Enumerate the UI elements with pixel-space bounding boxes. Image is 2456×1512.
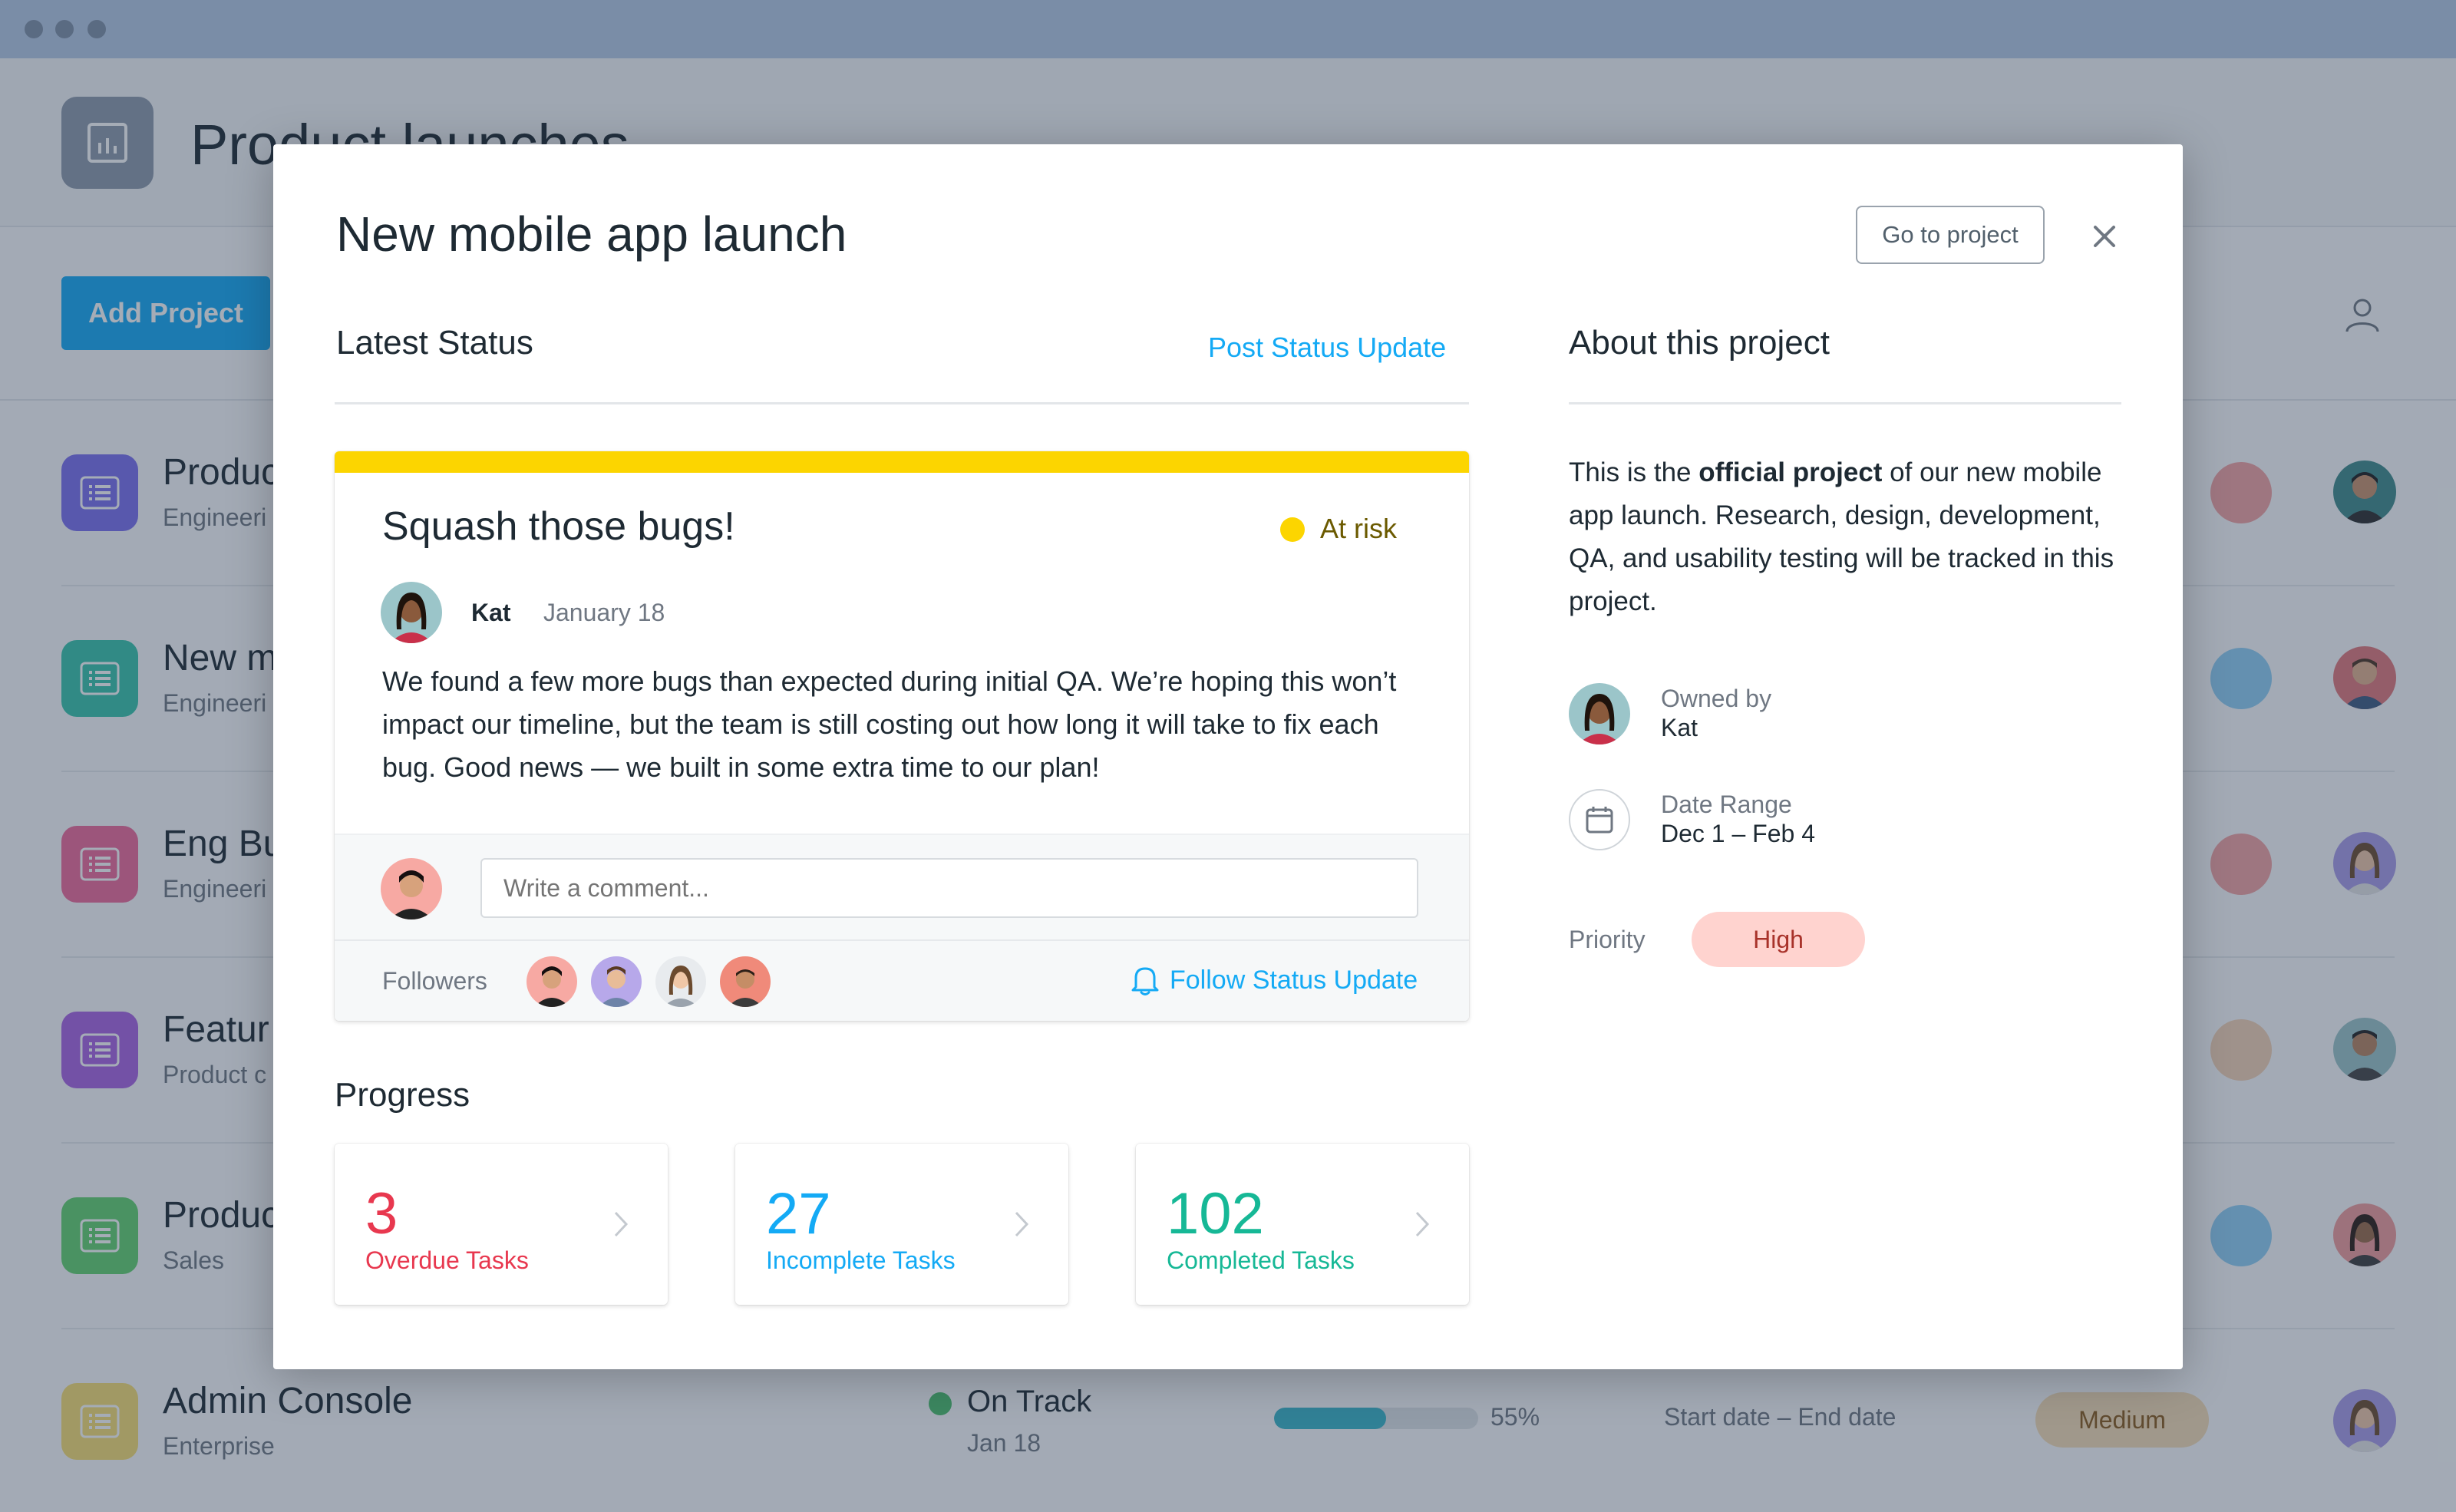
progress-heading: Progress [335, 1076, 470, 1114]
followers-label: Followers [382, 967, 487, 995]
status-body-text: We found a few more bugs than expected d… [382, 665, 1397, 783]
priority-label: Priority [1569, 926, 1646, 953]
description-emphasis: official project [1698, 457, 1883, 487]
follower-avatar[interactable] [655, 956, 706, 1007]
calendar-icon [1569, 789, 1630, 850]
completed-tasks-card[interactable]: 102 Completed Tasks [1136, 1144, 1469, 1305]
status-title: Squash those bugs! [382, 504, 735, 549]
followers-bar: Followers Follow Status Update [335, 939, 1469, 1021]
post-status-update-link[interactable]: Post Status Update [1208, 332, 1446, 364]
priority-badge[interactable]: High [1692, 912, 1865, 967]
comment-input[interactable] [480, 858, 1418, 918]
date-range-value: Dec 1 – Feb 4 [1661, 820, 1815, 847]
chevron-right-icon [614, 1211, 629, 1237]
owner-name: Kat [1661, 714, 1698, 741]
modal-title: New mobile app launch [336, 206, 847, 262]
divider [1569, 402, 2121, 404]
go-to-project-button[interactable]: Go to project [1856, 206, 2045, 264]
current-user-avatar [381, 858, 442, 919]
divider [335, 402, 1469, 404]
incomplete-count: 27 [766, 1181, 831, 1246]
incomplete-label: Incomplete Tasks [766, 1246, 956, 1274]
incomplete-tasks-card[interactable]: 27 Incomplete Tasks [735, 1144, 1068, 1305]
follower-avatar[interactable] [527, 956, 577, 1007]
overdue-count: 3 [365, 1181, 398, 1246]
comment-area [335, 834, 1469, 939]
status-color-stripe [335, 451, 1469, 473]
overdue-tasks-card[interactable]: 3 Overdue Tasks [335, 1144, 668, 1305]
chevron-right-icon [1015, 1211, 1029, 1237]
at-risk-dot [1280, 517, 1305, 542]
chevron-right-icon [1415, 1211, 1430, 1237]
completed-count: 102 [1167, 1181, 1264, 1246]
owned-by-label: Owned by [1661, 685, 1772, 712]
about-heading: About this project [1569, 324, 1830, 361]
status-risk-label: At risk [1320, 513, 1398, 544]
overdue-label: Overdue Tasks [365, 1246, 529, 1274]
completed-label: Completed Tasks [1167, 1246, 1355, 1274]
project-description: This is the official project of our new … [1569, 451, 2129, 623]
follow-status-update-link[interactable]: Follow Status Update [1170, 966, 1418, 995]
status-update-card: Squash those bugs! At risk Kat January 1… [335, 451, 1469, 1021]
status-date: January 18 [543, 599, 665, 626]
author-avatar[interactable] [381, 582, 442, 643]
follower-avatar[interactable] [591, 956, 642, 1007]
latest-status-heading: Latest Status [336, 324, 533, 361]
owner-avatar[interactable] [1569, 683, 1630, 744]
follower-avatar[interactable] [720, 956, 771, 1007]
date-range-label: Date Range [1661, 791, 1792, 818]
author-name: Kat [471, 599, 511, 626]
close-icon[interactable] [2089, 221, 2120, 252]
project-status-modal: New mobile app launch Go to project Late… [273, 144, 2183, 1369]
description-text: This is the [1569, 457, 1699, 487]
bell-icon[interactable] [1130, 964, 1160, 996]
